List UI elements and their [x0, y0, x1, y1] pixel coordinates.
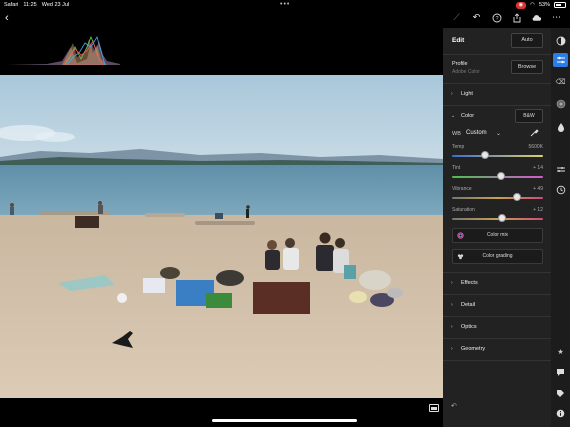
presets-icon[interactable] [555, 35, 566, 46]
status-date: Wed 23 Jul [41, 2, 70, 8]
wb-label: WB [452, 131, 461, 137]
slider-value: 5600K [528, 144, 543, 150]
section-optics[interactable]: › Optics [443, 317, 551, 338]
slider-value: + 14 [533, 165, 543, 171]
undo-icon[interactable]: ↶ [471, 12, 482, 23]
healing-icon[interactable]: ⌫ [555, 76, 566, 87]
temp-slider[interactable]: Temp 5600K [443, 141, 551, 162]
versions-icon[interactable] [555, 164, 566, 175]
screen-recording-badge: ◉ [515, 1, 527, 9]
histogram [7, 35, 120, 65]
panel-title: Edit [452, 37, 465, 44]
color-grading-button[interactable]: Color grading [452, 249, 543, 264]
status-right: ◉ ◠ 53% [515, 1, 566, 9]
chevron-down-icon[interactable]: ⌄ [496, 130, 501, 137]
toolbar-icons: ⟋ ↶ ? ⋯ [451, 12, 562, 23]
section-geometry[interactable]: › Geometry [443, 339, 551, 360]
profile-row: Profile Adobe Color Browse [443, 55, 551, 83]
section-label: Optics [461, 324, 477, 330]
status-time: 11:25 [23, 2, 37, 8]
edit-sliders-icon[interactable] [553, 53, 568, 67]
section-label: Detail [461, 302, 476, 308]
wifi-icon: ◠ [530, 2, 535, 8]
beach-photo[interactable] [0, 75, 443, 398]
color-grading-row: Color grading [443, 247, 551, 269]
section-light[interactable]: › Light [443, 84, 551, 105]
color-mix-button[interactable]: Color mix [452, 228, 543, 243]
vibrance-slider[interactable]: Vibrance + 49 [443, 183, 551, 204]
share-icon[interactable] [511, 12, 522, 23]
chevron-down-icon: ⌄ [451, 113, 456, 119]
tag-icon[interactable] [555, 388, 566, 399]
home-indicator[interactable] [212, 419, 357, 422]
status-back-app[interactable]: Safari [4, 2, 18, 8]
status-bar: Safari 11:25 Wed 23 Jul ••• ◉ ◠ 53% [0, 0, 570, 10]
slider-knob[interactable] [497, 172, 506, 180]
slider-value: + 12 [533, 207, 543, 213]
color-grading-icon [457, 254, 464, 260]
section-label: Geometry [461, 346, 486, 352]
reset-undo-icon[interactable]: ↶ [451, 402, 457, 410]
masking-icon[interactable] [555, 98, 566, 109]
tool-rail: ⌫ ★ [551, 28, 570, 427]
cloud-icon[interactable] [531, 12, 542, 23]
chevron-right-icon: › [451, 302, 453, 308]
history-icon[interactable] [555, 184, 566, 195]
compare-icon[interactable] [429, 404, 439, 412]
browse-button[interactable]: Browse [511, 60, 543, 74]
more-icon[interactable]: ⋯ [551, 12, 562, 23]
slider-label: Temp [452, 144, 465, 150]
tint-slider[interactable]: Tint + 14 [443, 162, 551, 183]
color-grading-label: Color grading [482, 253, 513, 259]
magic-wand-icon[interactable]: ⟋ [451, 12, 462, 23]
edit-panel: Edit Auto Profile Adobe Color Browse › L… [443, 28, 551, 427]
section-color[interactable]: ⌄ Color B&W [443, 106, 551, 127]
profile-label: Profile [452, 61, 468, 67]
slider-knob[interactable] [512, 193, 521, 201]
chevron-right-icon: › [451, 346, 453, 352]
chevron-right-icon: › [451, 280, 453, 286]
color-mix-label: Color mix [486, 232, 509, 238]
section-effects[interactable]: › Effects [443, 273, 551, 294]
svg-text:?: ? [495, 16, 498, 22]
slider-label: Saturation [452, 207, 475, 213]
saturation-slider[interactable]: Saturation + 12 [443, 204, 551, 225]
top-toolbar: ‹ ⟋ ↶ ? ⋯ [0, 10, 570, 28]
battery-icon [554, 2, 566, 8]
slider-track[interactable] [452, 155, 543, 157]
status-left: Safari 11:25 Wed 23 Jul [4, 2, 69, 8]
multitasking-dots[interactable]: ••• [280, 1, 290, 8]
section-label: Light [461, 91, 473, 97]
eyedropper-icon[interactable] [528, 128, 540, 140]
wb-select[interactable]: Custom [466, 130, 487, 136]
battery-percent: 53% [538, 2, 550, 8]
chevron-right-icon: › [451, 324, 453, 330]
slider-value: + 49 [533, 186, 543, 192]
help-icon[interactable]: ? [491, 12, 502, 23]
comment-icon[interactable] [555, 367, 566, 378]
section-label: Color [461, 113, 475, 119]
slider-track[interactable] [452, 197, 543, 199]
slider-knob[interactable] [498, 214, 507, 222]
back-button[interactable]: ‹ [5, 12, 9, 24]
color-mix-row: Color mix [443, 225, 551, 247]
auto-button[interactable]: Auto [511, 33, 543, 48]
divider [443, 360, 551, 361]
color-drop-icon[interactable] [555, 121, 566, 132]
panel-header: Edit Auto [443, 28, 551, 54]
info-icon[interactable] [555, 408, 566, 419]
white-balance-row: WB Custom ⌄ [443, 127, 551, 141]
color-wheel-icon [457, 232, 464, 239]
star-icon[interactable]: ★ [555, 346, 566, 357]
chevron-right-icon: › [451, 91, 453, 97]
slider-label: Tint [452, 165, 461, 171]
profile-value: Adobe Color [452, 69, 480, 75]
section-label: Effects [461, 280, 478, 286]
bw-button[interactable]: B&W [515, 109, 543, 123]
slider-knob[interactable] [480, 151, 489, 159]
section-detail[interactable]: › Detail [443, 295, 551, 316]
photo-canvas [0, 28, 443, 427]
slider-label: Vibrance [452, 186, 472, 192]
